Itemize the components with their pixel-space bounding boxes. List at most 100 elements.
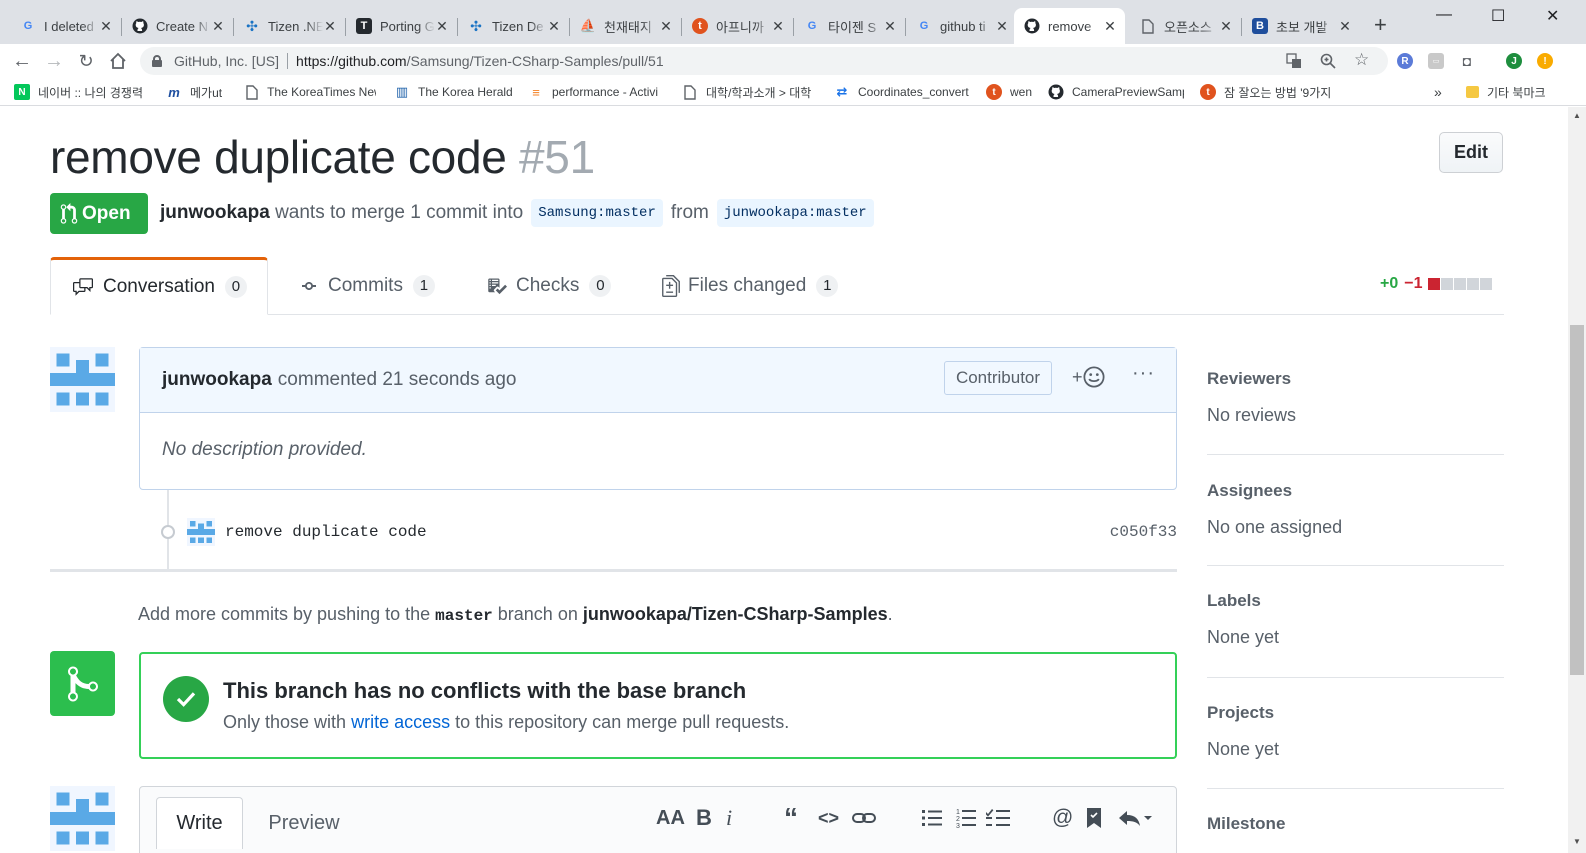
write-tab[interactable]: Write [156, 797, 243, 849]
browser-tab[interactable]: G 타이젠 S ✕ [794, 8, 905, 44]
close-window-button[interactable]: ✕ [1546, 6, 1559, 26]
tab-conversation[interactable]: Conversation 0 [50, 257, 268, 315]
unordered-list-icon[interactable] [922, 803, 942, 833]
head-branch[interactable]: junwookapa:master [716, 199, 874, 227]
bold-icon[interactable]: B [696, 803, 712, 833]
bookmark-star-icon[interactable]: ☆ [1354, 50, 1369, 70]
bookmark-item[interactable]: t 잠 잘오는 방법 '9가지 [1200, 83, 1340, 101]
bookmark-item[interactable]: The KoreaTimes New [244, 83, 376, 101]
browser-tab[interactable]: G github ti ✕ [906, 8, 1017, 44]
diffstat-block-neutral [1453, 278, 1466, 290]
scroll-down-arrow-icon[interactable]: ▼ [1573, 837, 1581, 846]
tab-commits[interactable]: Commits 1 [298, 257, 435, 315]
sidebar-heading[interactable]: Labels [1207, 591, 1504, 611]
profile-avatar[interactable]: J [1506, 53, 1522, 69]
translate-icon[interactable] [1286, 53, 1302, 73]
close-tab-icon[interactable]: ✕ [1338, 18, 1352, 35]
link-icon[interactable] [852, 803, 876, 833]
bookmark-item[interactable]: ⇄ Coordinates_convert [834, 83, 970, 101]
sidebar-heading[interactable]: Reviewers [1207, 369, 1504, 389]
close-tab-icon[interactable]: ✕ [547, 18, 561, 35]
close-tab-icon[interactable]: ✕ [1103, 18, 1117, 35]
bookmark-item[interactable]: ▥ The Korea Herald [394, 83, 518, 101]
extension-gray-icon[interactable]: ▭ [1428, 53, 1444, 69]
minimize-button[interactable]: — [1436, 6, 1452, 24]
saved-reply-icon[interactable] [1086, 803, 1102, 833]
tab-checks[interactable]: Checks 0 [486, 257, 612, 315]
bookmark-item[interactable]: m 메가ut [166, 83, 236, 101]
bookmarks-overflow-button[interactable]: » [1434, 83, 1442, 101]
contributor-badge: Contributor [944, 361, 1052, 395]
browser-tab[interactable]: ✣ Tizen .NE ✕ [234, 8, 345, 44]
code-icon[interactable]: <> [818, 803, 839, 833]
tab-files-changed[interactable]: Files changed 1 [662, 257, 839, 315]
commit-sha[interactable]: c050f33 [1110, 523, 1177, 541]
write-access-link[interactable]: write access [351, 712, 450, 732]
browser-tab[interactable]: B 초보 개발 ✕ [1242, 8, 1360, 44]
quote-icon[interactable]: “ [784, 802, 798, 833]
bookmark-item[interactable]: CameraPreviewSamp [1048, 83, 1184, 101]
update-alert-icon[interactable]: ! [1537, 53, 1553, 69]
italic-icon[interactable]: i [726, 803, 732, 833]
close-tab-icon[interactable]: ✕ [99, 18, 113, 35]
avatar[interactable] [50, 347, 115, 412]
add-reaction-button[interactable]: + [1072, 366, 1105, 388]
sidebar-heading[interactable]: Projects [1207, 703, 1504, 723]
close-tab-icon[interactable]: ✕ [211, 18, 225, 35]
browser-tab[interactable]: t 아프니까 ✕ [682, 8, 793, 44]
new-tab-button[interactable]: + [1374, 14, 1387, 36]
close-tab-icon[interactable]: ✕ [435, 18, 449, 35]
browser-tab[interactable]: T Porting G ✕ [346, 8, 457, 44]
bookmark-item[interactable]: ≡ performance - Activi [528, 83, 666, 101]
sidebar-heading[interactable]: Assignees [1207, 481, 1504, 501]
address-bar[interactable]: GitHub, Inc. [US] https://github.com/Sam… [140, 47, 1388, 75]
commit-message[interactable]: remove duplicate code [225, 523, 427, 541]
close-tab-icon[interactable]: ✕ [771, 18, 785, 35]
page-icon [682, 84, 698, 100]
comment-menu-button[interactable]: ··· [1132, 362, 1155, 385]
author-link[interactable]: junwookapa [160, 202, 270, 224]
commit-avatar[interactable] [187, 518, 215, 546]
edit-button[interactable]: Edit [1439, 132, 1503, 173]
browser-tab[interactable]: 오픈소스 ✕ [1130, 8, 1241, 44]
close-tab-icon[interactable]: ✕ [659, 18, 673, 35]
back-arrow-icon[interactable]: ← [10, 49, 34, 73]
browser-tab[interactable]: ✣ Tizen De ✕ [458, 8, 569, 44]
close-tab-icon[interactable]: ✕ [1219, 18, 1233, 35]
comment-timestamp[interactable]: commented 21 seconds ago [278, 369, 517, 391]
scrollbar-thumb[interactable] [1570, 325, 1584, 675]
close-tab-icon[interactable]: ✕ [995, 18, 1009, 35]
browser-tab[interactable]: G I deleted ✕ [10, 8, 121, 44]
sidebar-heading[interactable]: Milestone [1207, 814, 1504, 834]
comment-header: junwookapa commented 21 seconds ago Cont… [140, 348, 1176, 413]
other-bookmarks[interactable]: 기타 북마크 [1466, 83, 1546, 101]
tistory-icon: t [1200, 84, 1216, 100]
scroll-up-arrow-icon[interactable]: ▲ [1573, 111, 1581, 120]
push-hint-repo[interactable]: junwookapa/Tizen-CSharp-Samples [583, 604, 888, 624]
browser-tab[interactable]: Create N ✕ [122, 8, 233, 44]
bookmark-item[interactable]: 대학/학과소개 > 대학 [682, 83, 818, 101]
reply-icon[interactable] [1118, 803, 1152, 833]
reload-icon[interactable]: ↻ [74, 49, 98, 73]
extension-r-icon[interactable]: R [1397, 53, 1413, 69]
bookmark-item[interactable]: N 네이버 :: 나의 경쟁력 [14, 83, 154, 101]
comment-author[interactable]: junwookapa [162, 369, 272, 391]
page-scrollbar[interactable]: ▲ ▼ [1568, 107, 1586, 853]
close-tab-icon[interactable]: ✕ [883, 18, 897, 35]
close-tab-icon[interactable]: ✕ [323, 18, 337, 35]
avatar[interactable] [50, 786, 115, 851]
browser-tab[interactable]: ⛵ 천재태지 ✕ [570, 8, 681, 44]
preview-tab[interactable]: Preview [252, 797, 356, 849]
ordered-list-icon[interactable]: 123 [956, 803, 976, 833]
task-list-icon[interactable] [986, 803, 1010, 833]
maximize-button[interactable]: ☐ [1491, 6, 1505, 26]
home-icon[interactable] [106, 49, 130, 73]
base-branch[interactable]: Samsung:master [531, 199, 663, 227]
forward-arrow-icon[interactable]: → [42, 49, 66, 73]
mention-icon[interactable]: @ [1052, 803, 1073, 833]
header-text-icon[interactable]: AA [656, 803, 685, 833]
camera-icon[interactable]: ◘ [1459, 53, 1475, 69]
browser-tab-active[interactable]: remove ✕ [1014, 8, 1125, 44]
zoom-icon[interactable] [1320, 53, 1336, 73]
bookmark-item[interactable]: t wen [986, 83, 1036, 101]
